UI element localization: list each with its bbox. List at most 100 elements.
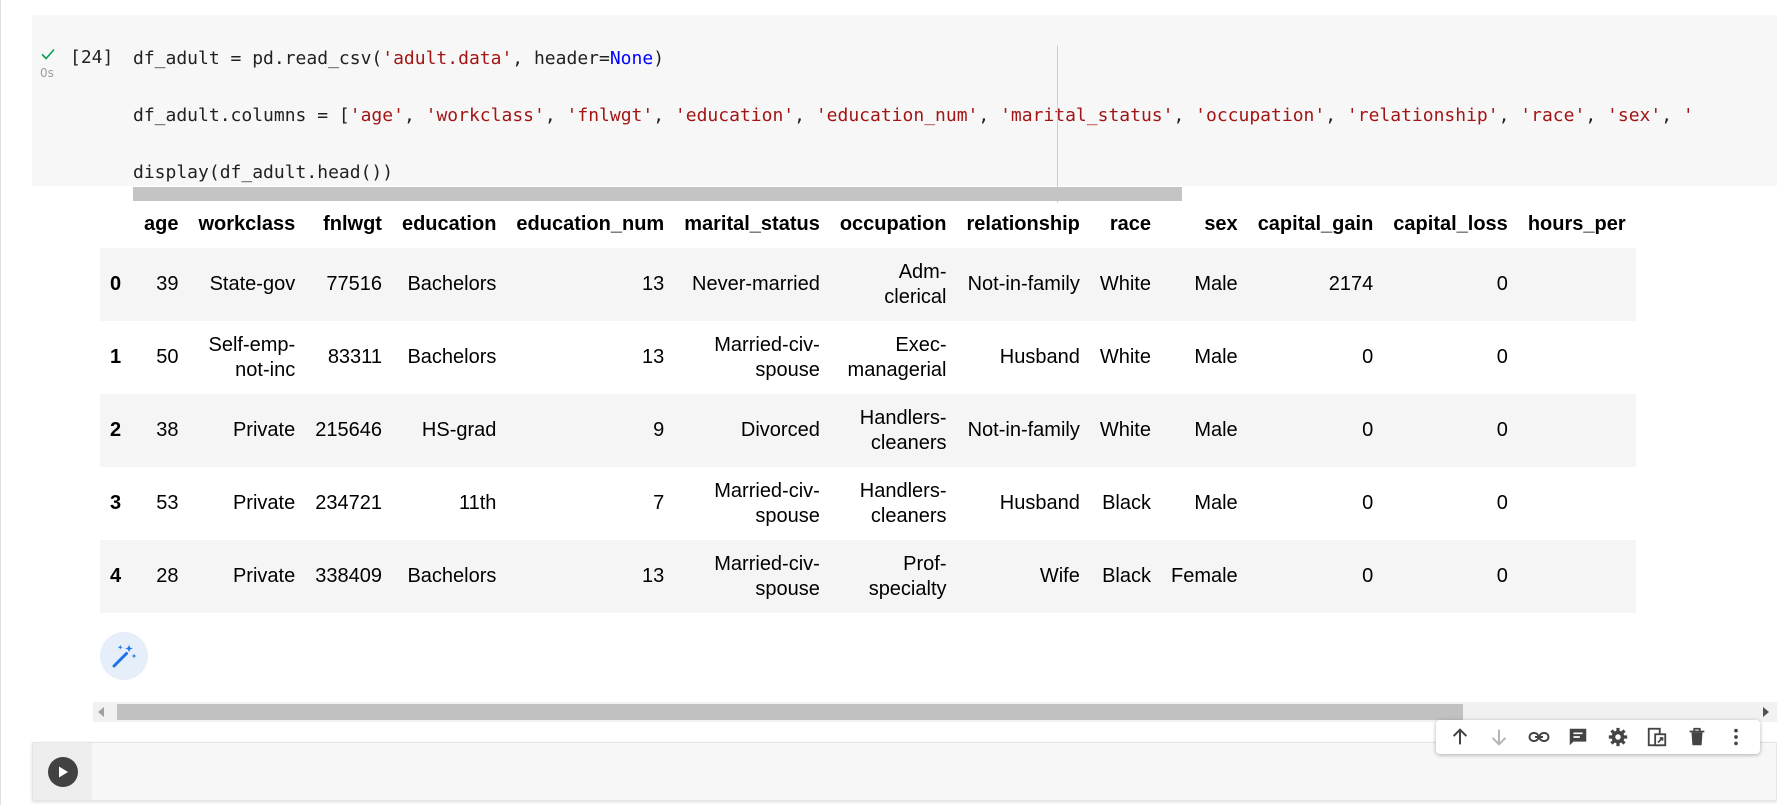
line-length-ruler	[1057, 45, 1058, 203]
move-down-button[interactable]	[1485, 723, 1513, 751]
table-row: 4 28 Private 338409 Bachelors 13 Married-civ-s…	[100, 540, 1636, 613]
table-cell: 83311	[327, 346, 382, 368]
table-cell: 77516	[326, 273, 382, 295]
arrow-down-icon	[1492, 729, 1507, 746]
code-token: )	[653, 48, 665, 69]
check-icon	[41, 48, 55, 60]
table-cell: Male	[1194, 492, 1238, 514]
table-cell: 0	[1496, 346, 1508, 368]
code-token: df_adult.columns = [	[133, 105, 350, 126]
scrollbar-thumb[interactable]	[117, 704, 1463, 720]
index-header	[100, 195, 134, 248]
string-token: '	[1682, 105, 1694, 126]
cell-settings-button[interactable]	[1604, 723, 1632, 751]
string-token: 'age'	[349, 105, 404, 126]
table-cell: 0	[1362, 565, 1374, 587]
string-token: 'education_num'	[815, 105, 979, 126]
more-actions-button[interactable]	[1722, 723, 1750, 751]
string-token: 'occupation'	[1195, 105, 1326, 126]
table-cell: Male	[1194, 419, 1238, 441]
table-cell: Divorced	[740, 419, 820, 441]
table-row: 2 38 Private 215646 HS-grad 9 Divorced Handlers…	[100, 394, 1636, 467]
column-header: hours_per	[1527, 213, 1626, 235]
table-cell: 13	[641, 565, 665, 587]
table-row: 0 39 State-gov 77516 Bachelors 13 Never-marrie…	[100, 248, 1636, 321]
comment-icon	[1570, 728, 1587, 746]
table-row: 3 53 Private 234721 11th 7 Married-civ-spouse H…	[100, 467, 1636, 540]
table-cell: 2174	[1328, 273, 1374, 295]
table-cell: Handlers-cleaners	[859, 406, 947, 454]
table-cell: Male	[1194, 273, 1238, 295]
output-horizontal-scrollbar[interactable]	[93, 702, 1777, 722]
column-header: age	[144, 213, 179, 235]
column-header: fnlwgt	[323, 213, 382, 235]
code-token: ,	[403, 105, 426, 126]
code-token: ,	[544, 105, 567, 126]
string-token: 'workclass'	[425, 105, 545, 126]
string-token: 'relationship'	[1346, 105, 1499, 126]
table-cell: 0	[1362, 346, 1374, 368]
table-cell: Self-emp-not-inc	[208, 333, 296, 381]
table-cell: Married-civ-spouse	[714, 333, 820, 381]
code-token: df_adult = pd.read_csv(	[133, 48, 383, 69]
code-token: ,	[653, 105, 675, 126]
code-cell[interactable]: 0s [24] df_adult = pd.read_csv('adult.da…	[32, 15, 1777, 203]
scroll-left-arrow-icon[interactable]	[98, 707, 104, 717]
row-index: 0	[110, 273, 122, 295]
trash-icon	[1689, 727, 1705, 746]
execution-time: 0s	[40, 66, 54, 80]
copy-link-button[interactable]	[1525, 723, 1553, 751]
table-cell: Prof-specialty	[868, 552, 947, 600]
table-cell	[1518, 248, 1636, 321]
execution-count: [24]	[70, 47, 114, 68]
table-cell: Private	[232, 565, 296, 587]
generate-suggestion-button[interactable]	[100, 632, 148, 680]
table-cell: Husband	[999, 346, 1080, 368]
scroll-right-arrow-icon[interactable]	[1763, 707, 1769, 717]
string-token: 'sex'	[1607, 105, 1662, 126]
table-row: 1 50 Self-emp-not-inc 83311 Bachelors 13 Marri…	[100, 321, 1636, 394]
more-vert-icon	[1734, 728, 1739, 746]
cell-output: age workclass fnlwgt education education_num…	[100, 195, 1777, 615]
table-cell: Handlers-cleaners	[859, 479, 947, 527]
code-token: ,	[1325, 105, 1347, 126]
column-header: relationship	[966, 213, 1080, 235]
table-cell: 7	[653, 492, 665, 514]
code-token: display(df_adult.head())	[133, 162, 394, 183]
cell-toolbar	[1436, 720, 1760, 754]
table-cell: 0	[1496, 273, 1508, 295]
move-up-button[interactable]	[1446, 723, 1474, 751]
table-cell	[1518, 394, 1636, 467]
table-cell: Male	[1194, 346, 1238, 368]
table-cell: Husband	[999, 492, 1080, 514]
arrow-up-icon	[1452, 728, 1467, 745]
run-gutter	[33, 743, 92, 800]
table-cell: 0	[1496, 565, 1508, 587]
table-cell	[1518, 321, 1636, 394]
table-cell: 234721	[315, 492, 382, 514]
row-index: 3	[110, 492, 122, 514]
column-header: marital_status	[684, 213, 820, 235]
table-cell: 50	[156, 346, 179, 368]
add-comment-button[interactable]	[1564, 723, 1592, 751]
table-cell: Married-civ-spouse	[714, 479, 820, 527]
code-line[interactable]: df_adult.columns = ['age', 'workclass', …	[133, 105, 1694, 162]
table-cell: HS-grad	[421, 419, 497, 441]
table-header-row: age workclass fnlwgt education education_num…	[100, 195, 1636, 248]
code-line[interactable]: df_adult = pd.read_csv('adult.data', hea…	[133, 48, 1694, 105]
delete-cell-button[interactable]	[1683, 723, 1711, 751]
table-cell: 9	[653, 419, 665, 441]
code-token: ,	[978, 105, 1001, 126]
column-header: capital_loss	[1393, 213, 1508, 235]
table-cell: Adm-clerical	[884, 260, 947, 308]
table-cell: 28	[156, 565, 179, 587]
run-cell-button[interactable]	[48, 757, 78, 787]
string-token: 'marital_status'	[1000, 105, 1174, 126]
mirror-cell-button[interactable]	[1643, 723, 1671, 751]
table-cell: Bachelors	[407, 346, 497, 368]
string-token: 'race'	[1520, 105, 1586, 126]
table-cell: Not-in-family	[967, 419, 1080, 441]
table-cell: 13	[641, 346, 665, 368]
table-cell: Not-in-family	[967, 273, 1080, 295]
table-cell	[1518, 540, 1636, 613]
